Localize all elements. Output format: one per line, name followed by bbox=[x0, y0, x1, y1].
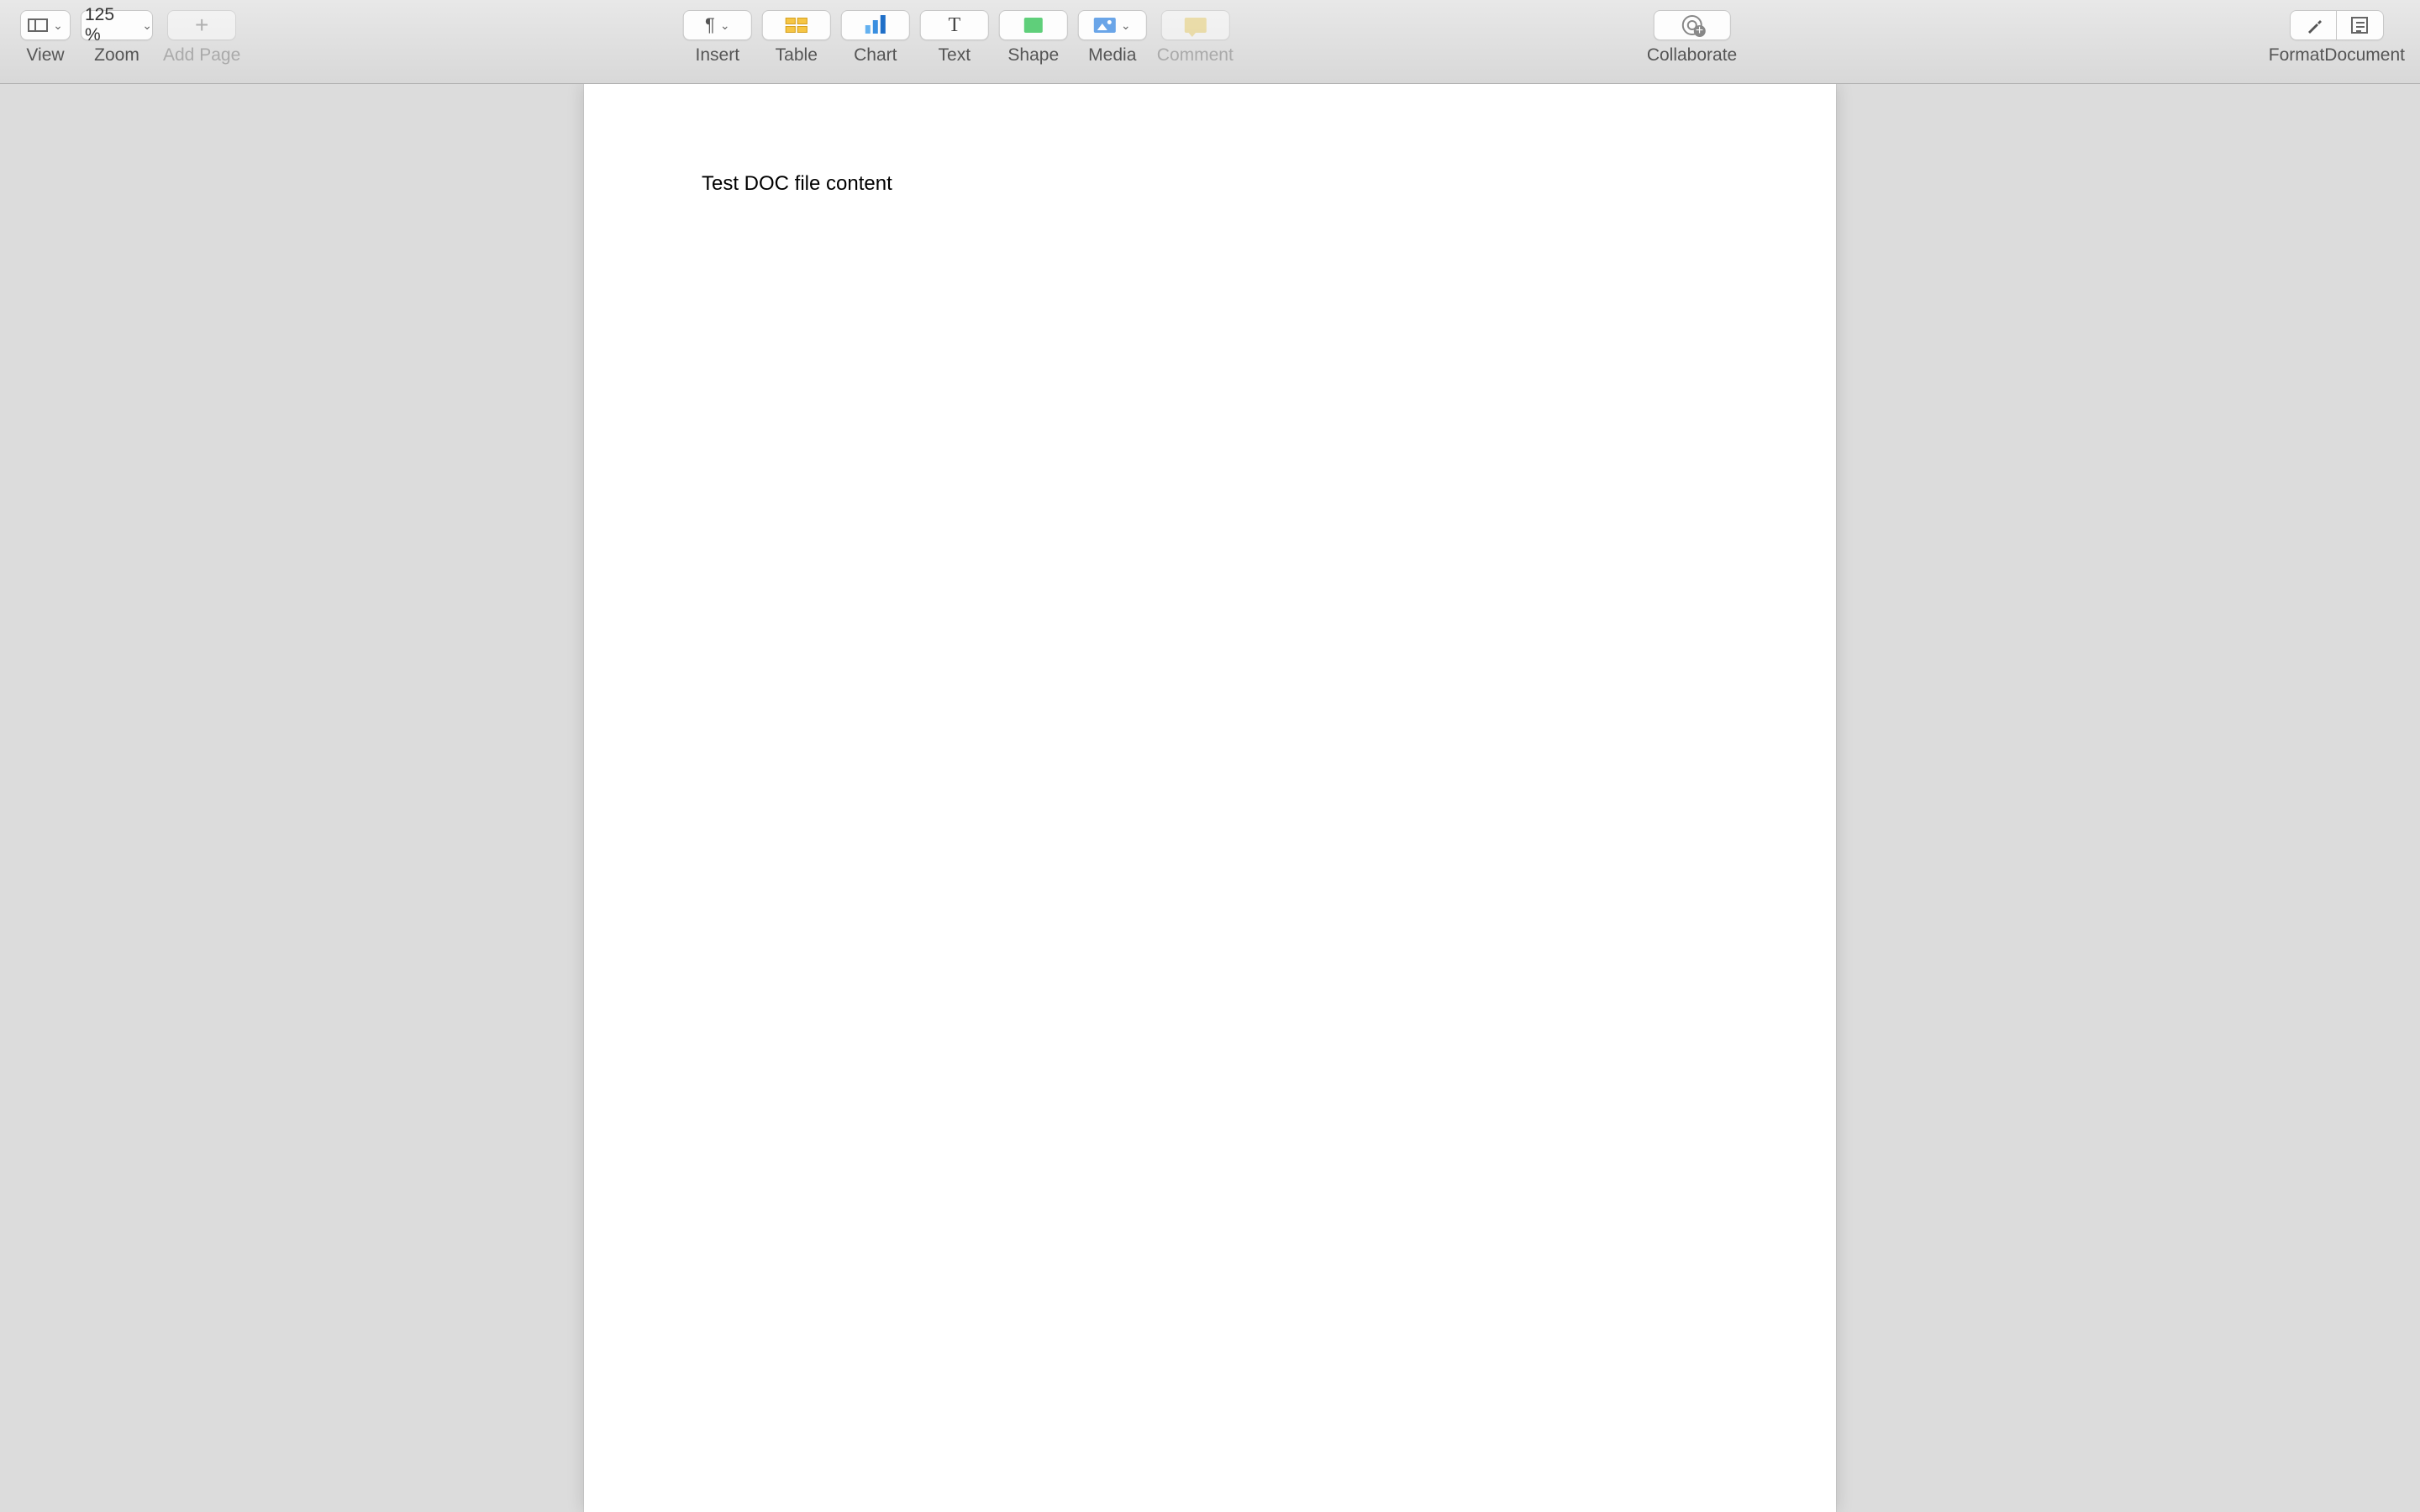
collaborate-item: Collaborate bbox=[1647, 10, 1737, 66]
toolbar-left-section: ⌄ View 125 % ⌄ Zoom + Add Page bbox=[15, 10, 245, 66]
document-button[interactable] bbox=[2337, 10, 2384, 40]
format-button[interactable] bbox=[2290, 10, 2337, 40]
add-page-item: + Add Page bbox=[163, 10, 240, 66]
table-label: Table bbox=[776, 45, 818, 66]
chevron-down-icon: ⌄ bbox=[720, 18, 730, 33]
chevron-down-icon: ⌄ bbox=[1121, 18, 1131, 33]
insert-item: ¶ ⌄ Insert bbox=[683, 10, 752, 66]
toolbar-right-section: Format Document bbox=[2269, 10, 2405, 66]
shape-item: Shape bbox=[999, 10, 1068, 66]
text-item: T Text bbox=[920, 10, 989, 66]
image-icon bbox=[1094, 18, 1116, 33]
collaborate-button[interactable] bbox=[1654, 10, 1731, 40]
pilcrow-icon: ¶ bbox=[705, 14, 715, 36]
shape-label: Shape bbox=[1007, 45, 1059, 66]
chevron-down-icon: ⌄ bbox=[142, 18, 152, 33]
bar-chart-icon bbox=[865, 17, 886, 34]
chart-label: Chart bbox=[854, 45, 897, 66]
media-item: ⌄ Media bbox=[1078, 10, 1147, 66]
zoom-value: 125 % bbox=[82, 5, 137, 45]
collaborate-label: Collaborate bbox=[1647, 45, 1737, 66]
format-document-segment bbox=[2290, 10, 2384, 40]
table-icon bbox=[786, 18, 808, 33]
insert-label: Insert bbox=[696, 45, 740, 66]
document-body-text[interactable]: Test DOC file content bbox=[702, 172, 1718, 196]
view-label: View bbox=[26, 45, 64, 66]
text-button[interactable]: T bbox=[920, 10, 989, 40]
zoom-button[interactable]: 125 % ⌄ bbox=[81, 10, 153, 40]
table-item: Table bbox=[762, 10, 831, 66]
shape-button[interactable] bbox=[999, 10, 1068, 40]
chevron-down-icon: ⌄ bbox=[53, 18, 63, 33]
square-shape-icon bbox=[1024, 18, 1043, 33]
add-page-button: + bbox=[167, 10, 236, 40]
plus-icon: + bbox=[195, 13, 208, 37]
table-button[interactable] bbox=[762, 10, 831, 40]
document-lines-icon bbox=[2351, 17, 2368, 34]
comment-item: Comment bbox=[1157, 10, 1234, 66]
chart-button[interactable] bbox=[841, 10, 910, 40]
insert-button[interactable]: ¶ ⌄ bbox=[683, 10, 752, 40]
add-page-label: Add Page bbox=[163, 45, 240, 66]
comment-label: Comment bbox=[1157, 45, 1234, 66]
zoom-item: 125 % ⌄ Zoom bbox=[81, 10, 153, 66]
paintbrush-icon bbox=[2305, 17, 2322, 34]
view-button[interactable]: ⌄ bbox=[20, 10, 71, 40]
sidebar-layout-icon bbox=[28, 18, 48, 32]
format-label: Format bbox=[2269, 45, 2325, 66]
zoom-label: Zoom bbox=[94, 45, 139, 66]
format-document-group: Format Document bbox=[2269, 10, 2405, 66]
text-label: Text bbox=[939, 45, 971, 66]
media-button[interactable]: ⌄ bbox=[1078, 10, 1147, 40]
document-label: Document bbox=[2324, 45, 2405, 66]
media-label: Media bbox=[1088, 45, 1136, 66]
comment-button bbox=[1160, 10, 1229, 40]
person-plus-icon bbox=[1682, 15, 1702, 35]
speech-bubble-icon bbox=[1184, 18, 1206, 33]
chart-item: Chart bbox=[841, 10, 910, 66]
document-canvas[interactable]: Test DOC file content bbox=[0, 84, 2420, 1512]
document-page[interactable]: Test DOC file content bbox=[584, 84, 1836, 1512]
toolbar-center-section: ¶ ⌄ Insert Table Chart T Text bbox=[678, 10, 1742, 66]
text-t-icon: T bbox=[948, 14, 960, 37]
view-item: ⌄ View bbox=[20, 10, 71, 66]
toolbar: ⌄ View 125 % ⌄ Zoom + Add Page ¶ ⌄ Ins bbox=[0, 0, 2420, 84]
